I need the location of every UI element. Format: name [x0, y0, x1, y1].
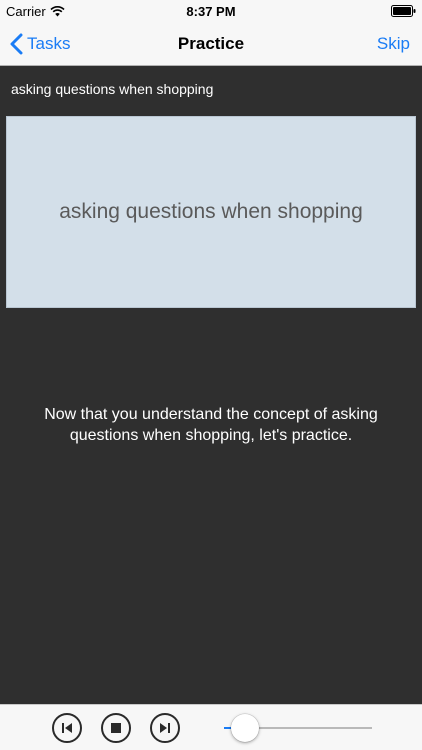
skip-button[interactable]: Skip	[377, 22, 410, 66]
topic-card: asking questions when shopping	[6, 116, 416, 308]
topic-card-text: asking questions when shopping	[59, 200, 363, 223]
next-track-icon	[160, 723, 170, 733]
topic-label: asking questions when shopping	[11, 81, 214, 97]
next-track-button[interactable]	[150, 713, 180, 743]
playback-slider-thumb[interactable]	[231, 714, 260, 742]
previous-track-icon	[62, 723, 72, 733]
page-title: Practice	[177, 34, 245, 53]
status-bar: Carrier 8:37 PM	[0, 0, 422, 22]
stop-icon	[111, 723, 121, 733]
audio-player-bar	[0, 704, 422, 750]
instruction-text: Now that you understand the concept of a…	[44, 406, 378, 444]
navigation-bar: Tasks Practice Skip	[0, 22, 422, 66]
status-time: 8:37 PM	[186, 4, 236, 19]
battery-icon	[391, 5, 416, 20]
previous-track-button[interactable]	[52, 713, 82, 743]
stop-button[interactable]	[101, 713, 131, 743]
